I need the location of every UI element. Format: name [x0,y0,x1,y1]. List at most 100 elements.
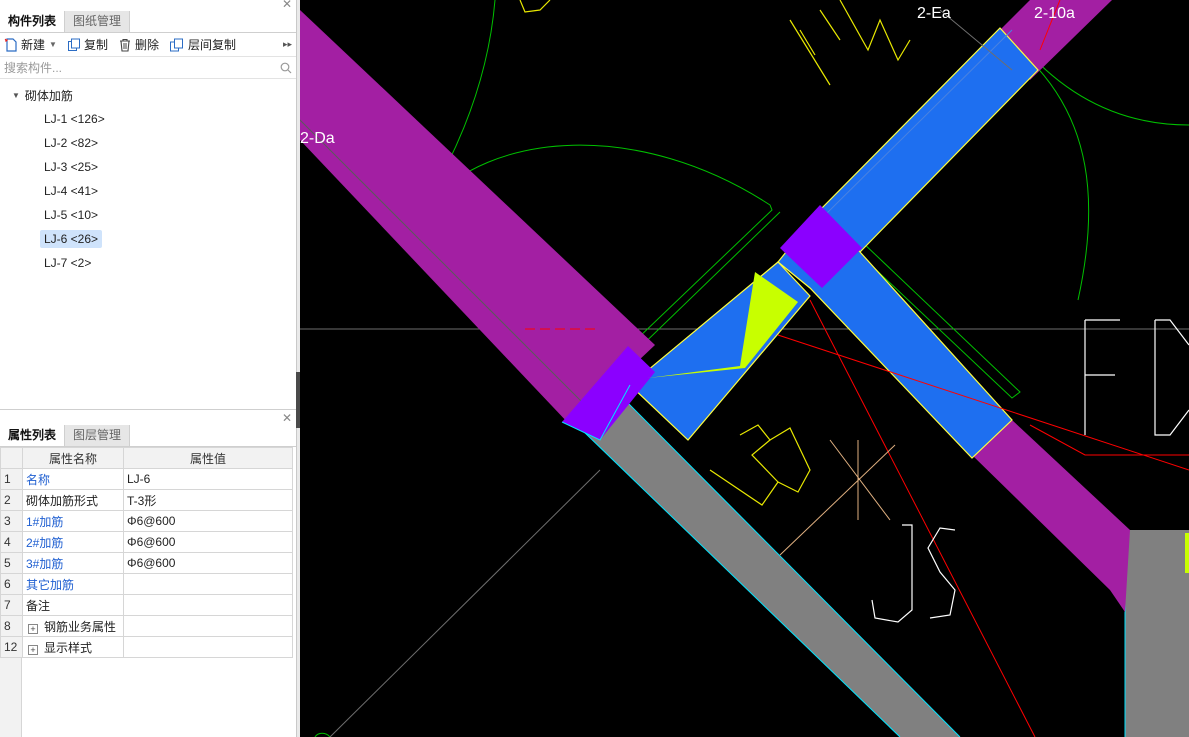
table-row[interactable]: 2 砌体加筋形式 T-3形 [0,489,293,511]
property-name: 1#加筋 [22,510,124,532]
search-icon[interactable] [280,62,292,74]
axis-label-2-10a: 2-10a [1034,5,1075,22]
axis-label-2-ea: 2-Ea [917,5,951,22]
property-value[interactable] [123,573,293,595]
property-value[interactable] [123,594,293,616]
close-icon[interactable]: ✕ [282,411,292,425]
table-row[interactable]: 6 其它加筋 [0,573,293,595]
table-row[interactable]: 5 3#加筋 Φ6@600 [0,552,293,574]
wall-outline [581,429,901,737]
table-header-row: 属性名称 属性值 [0,447,293,469]
property-name: 备注 [22,594,124,616]
property-tabs: 属性列表 图层管理 [0,425,296,447]
column-header-value: 属性值 [123,447,293,469]
row-number: 6 [0,573,23,595]
property-value[interactable]: Φ6@600 [123,552,293,574]
property-name: 其它加筋 [22,573,124,595]
property-panel: ✕ 属性列表 图层管理 属性名称 属性值 1 名称 LJ-6 2 砌体加筋形式 … [0,411,296,737]
chevron-down-icon[interactable]: ▼ [49,40,57,49]
layers-copy-icon [169,38,183,51]
new-button-label: 新建 [21,38,46,52]
drawing-canvas[interactable]: 2-Ea 2-10a 2-Da [300,0,1189,737]
copy-button[interactable]: 复制 [67,36,108,53]
text-outline-fd [1084,319,1120,435]
component-tree: ▼ 砌体加筋 LJ-1 <126> LJ-2 <82> LJ-3 <25> LJ… [0,79,296,275]
property-value[interactable]: Φ6@600 [123,510,293,532]
tab-property-list[interactable]: 属性列表 [0,425,66,446]
tree-item-lj3[interactable]: LJ-3 <25> [0,155,296,179]
wall-blue-lower [629,261,811,441]
tree-item-label: LJ-1 <126> [44,112,105,126]
property-value[interactable]: T-3形 [123,489,293,511]
row-number: 7 [0,594,23,616]
table-row[interactable]: 4 2#加筋 Φ6@600 [0,531,293,553]
table-row[interactable]: 7 备注 [0,594,293,616]
more-arrow-icon[interactable]: ▸▸ [283,39,292,50]
trash-icon [119,38,130,52]
component-toolbar: 新建 ▼ 复制 删除 层间复制 ▸▸ [0,33,296,57]
close-icon[interactable]: ✕ [282,0,292,11]
tree-item-label: LJ-5 <10> [44,208,99,222]
property-value[interactable]: LJ-6 [123,468,293,490]
floor-copy-button[interactable]: 层间复制 [169,36,236,53]
tab-component-list[interactable]: 构件列表 [0,11,66,32]
tree-item-lj6[interactable]: LJ-6 <26> [0,227,296,251]
text-outline-fd [1154,319,1189,436]
tab-layer-management[interactable]: 图层管理 [65,425,131,446]
tree-item-lj4[interactable]: LJ-4 <41> [0,179,296,203]
tree-root-label: 砌体加筋 [24,88,73,103]
copy-icon [67,38,80,51]
row-number: 5 [0,552,23,574]
new-button[interactable]: 新建 ▼ [4,36,57,53]
wall-gray-bottom [582,400,960,737]
property-name: 3#加筋 [22,552,124,574]
property-name: 钢筋业务属性 [44,619,117,634]
cross-marker [779,444,896,556]
arc-line [1029,59,1090,301]
arc-line [1025,49,1189,126]
property-value[interactable]: Φ6@600 [123,531,293,553]
gray-line [329,469,601,737]
wall-gray-right [1125,530,1189,737]
tree-item-lj1[interactable]: LJ-1 <126> [0,107,296,131]
expand-triangle-icon[interactable]: ▼ [12,91,20,100]
tree-item-label: LJ-4 <41> [44,184,99,198]
wall-purple-left [300,10,655,425]
arc-line [314,732,331,737]
copy-button-label: 复制 [83,38,108,52]
tree-item-label: LJ-7 <2> [44,256,92,270]
property-name: 2#加筋 [22,531,124,553]
tree-item-lj7[interactable]: LJ-7 <2> [0,251,296,275]
floor-copy-button-label: 层间复制 [187,38,236,52]
property-name: 名称 [22,468,124,490]
search-input[interactable] [4,60,280,75]
tree-item-lj5[interactable]: LJ-5 <10> [0,203,296,227]
search-bar [0,57,296,79]
expand-plus-icon[interactable]: + [28,623,38,634]
wall-blue-upper [819,27,1039,253]
tab-drawing-management[interactable]: 图纸管理 [65,11,131,32]
tree-item-label: LJ-6 <26> [40,230,103,248]
expand-plus-icon[interactable]: + [28,644,38,655]
text-outline-js [871,524,913,623]
cross-marker [829,439,891,521]
table-row[interactable]: 3 1#加筋 Φ6@600 [0,510,293,532]
row-number: 1 [0,468,23,490]
rebar-mark [1185,533,1189,573]
axis-label-2-da: 2-Da [300,130,335,147]
component-tabs: 构件列表 图纸管理 [0,11,296,33]
cad-drawing[interactable]: 2-Ea 2-10a 2-Da [300,0,1189,737]
table-row-group-display-style[interactable]: 12 + 显示样式 [0,636,293,658]
column-header-name: 属性名称 [22,447,124,469]
tree-root-masonry-rebar[interactable]: ▼ 砌体加筋 [0,83,296,107]
table-row[interactable]: 1 名称 LJ-6 [0,468,293,490]
row-number: 3 [0,510,23,532]
table-row-group-rebar-business[interactable]: 8 + 钢筋业务属性 [0,615,293,637]
property-value [123,615,293,637]
text-outline-fm [839,0,911,62]
new-file-icon [4,37,17,52]
tree-item-lj2[interactable]: LJ-2 <82> [0,131,296,155]
left-panel: ✕ 构件列表 图纸管理 新建 ▼ 复制 删除 层间复制 ▸▸ 搜索构件... ▼… [0,0,297,737]
delete-button[interactable]: 删除 [118,36,159,53]
text-outline [519,0,551,13]
